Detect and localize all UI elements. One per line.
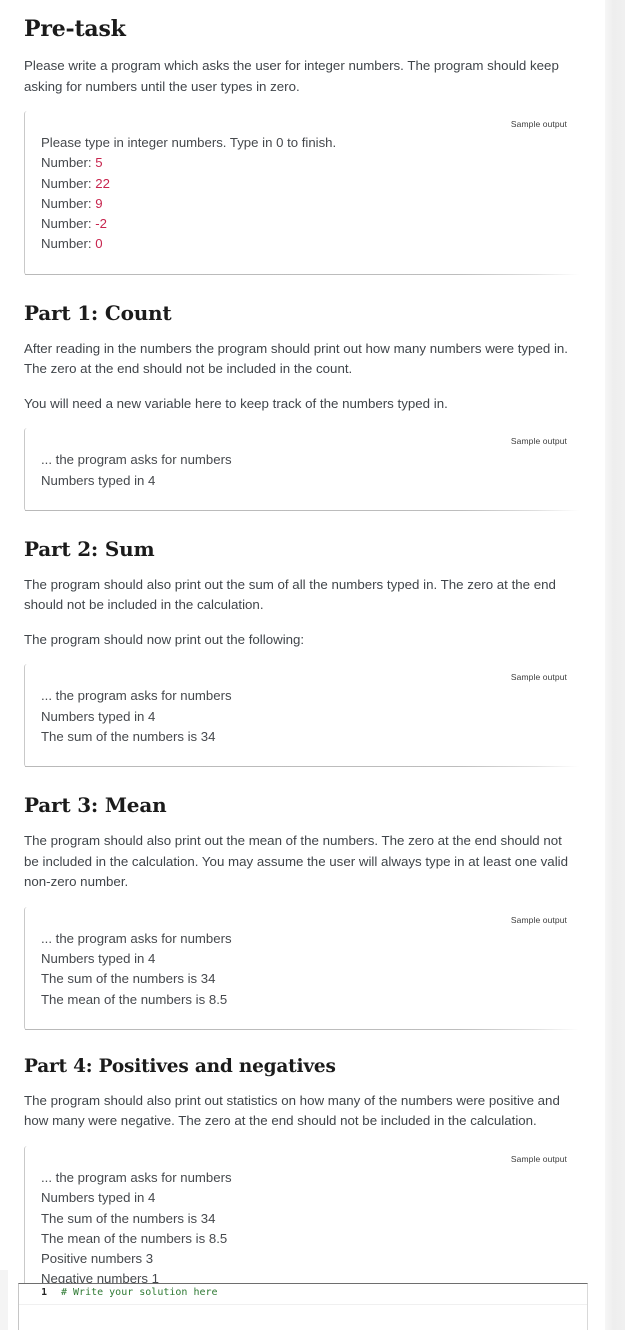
sample-output-lines: ... the program asks for numbers Numbers… [41, 686, 571, 747]
section-paragraph: Please write a program which asks the us… [24, 58, 559, 94]
sample-line-text: Number: [41, 216, 96, 232]
sample-output-label: Sample output [510, 436, 567, 447]
sample-output-lines: ... the program asks for numbers Numbers… [41, 929, 571, 1010]
sample-output-line: Please type in integer numbers. Type in … [41, 133, 571, 153]
sample-line-text: Number: [41, 195, 96, 211]
sample-output-box: Sample output ... the program asks for n… [24, 906, 579, 1031]
sample-line-user-input: 5 [95, 155, 103, 171]
section-heading-part-4: Part 4: Positives and negatives [24, 1055, 336, 1077]
sample-line-text: ... the program asks for numbers [41, 930, 232, 946]
sample-output-line: Number: 22 [41, 174, 571, 194]
sample-line-text: Numbers typed in 4 [41, 472, 156, 488]
sample-output-line: Numbers typed in 4 [41, 1188, 571, 1208]
sample-output-line: The sum of the numbers is 34 [41, 727, 571, 747]
section-paragraph: The program should now print out the fol… [24, 631, 305, 647]
code-editor[interactable]: 1 # Write your solution here [18, 1283, 588, 1330]
page-title: Pre-task [24, 16, 126, 42]
sample-output-line: Number: 5 [41, 153, 571, 173]
sample-output-label: Sample output [510, 672, 567, 683]
exercise-page: Pre-task Please write a program which as… [0, 0, 625, 1330]
sample-output-line: ... the program asks for numbers [41, 1168, 571, 1188]
sample-line-user-input: 0 [95, 236, 103, 252]
sample-output-line: ... the program asks for numbers [41, 686, 571, 706]
sample-line-user-input: 9 [95, 195, 103, 211]
section-paragraph: The program should also print out the su… [24, 576, 556, 613]
sample-line-text: ... the program asks for numbers [41, 1169, 232, 1185]
sample-output-lines: Please type in integer numbers. Type in … [41, 133, 571, 255]
sample-output-line: Numbers typed in 4 [41, 949, 571, 969]
sample-output-line: Positive numbers 3 [41, 1249, 571, 1269]
code-line-number: 1 [41, 1287, 47, 1298]
code-editor-empty-area[interactable] [19, 1305, 587, 1330]
sample-output-line: The mean of the numbers is 8.5 [41, 1229, 571, 1249]
sample-output-box: Sample output ... the program asks for n… [24, 664, 579, 768]
sample-line-text: Number: [41, 175, 96, 191]
sample-line-text: The mean of the numbers is 8.5 [41, 1230, 228, 1246]
sample-line-text: The sum of the numbers is 34 [41, 728, 216, 744]
section-heading-part-3: Part 3: Mean [24, 793, 167, 818]
section-paragraph: After reading in the numbers the program… [24, 340, 568, 377]
sample-line-text: ... the program asks for numbers [41, 688, 232, 704]
section-paragraph: You will need a new variable here to kee… [24, 395, 448, 411]
sample-output-box: Sample output Please type in integer num… [24, 111, 579, 275]
sample-output-line: Numbers typed in 4 [41, 471, 571, 491]
section-part-1: Part 1: Count After reading in the numbe… [24, 277, 579, 511]
sample-output-line: Number: -2 [41, 214, 571, 234]
sample-line-text: Numbers typed in 4 [41, 1190, 156, 1206]
sample-line-user-input: -2 [95, 216, 107, 232]
sample-line-text: ... the program asks for numbers [41, 452, 232, 468]
section-paragraph: The program should also print out statis… [24, 1092, 560, 1129]
sample-line-text: Numbers typed in 4 [41, 951, 156, 967]
sample-line-text: Please type in integer numbers. Type in … [41, 135, 337, 150]
section-heading-part-2: Part 2: Sum [24, 536, 155, 561]
sample-output-label: Sample output [510, 914, 567, 925]
sample-output-line: The mean of the numbers is 8.5 [41, 990, 571, 1010]
sample-output-line: The sum of the numbers is 34 [41, 1209, 571, 1229]
sample-output-box: Sample output ... the program asks for n… [24, 428, 579, 511]
exercise-content: Pre-task Please write a program which as… [0, 0, 605, 1310]
sample-line-text: The mean of the numbers is 8.5 [41, 991, 228, 1007]
sample-line-text: Number: [41, 155, 96, 171]
section-part-2: Part 2: Sum The program should also prin… [24, 513, 579, 768]
code-editor-line[interactable]: 1 # Write your solution here [19, 1284, 587, 1305]
sample-output-line: Number: 9 [41, 194, 571, 214]
section-paragraph: The program should also print out the me… [24, 833, 569, 890]
sample-line-text: Number: [41, 236, 96, 252]
sample-line-user-input: 22 [95, 175, 110, 191]
sample-line-text: Numbers typed in 4 [41, 708, 156, 724]
section-heading-part-1: Part 1: Count [24, 300, 172, 325]
section-part-4: Part 4: Positives and negatives The prog… [24, 1032, 579, 1310]
section-part-3: Part 3: Mean The program should also pri… [24, 769, 579, 1031]
section-pre-task: Pre-task Please write a program which as… [24, 0, 579, 275]
sample-output-label: Sample output [510, 119, 567, 129]
editor-left-margin [0, 1270, 8, 1330]
sample-output-line: ... the program asks for numbers [41, 450, 571, 470]
sample-line-text: The sum of the numbers is 34 [41, 971, 216, 987]
sample-output-label: Sample output [510, 1153, 567, 1164]
page-right-gutter [605, 0, 625, 1330]
sample-line-text: Positive numbers 3 [41, 1251, 154, 1267]
sample-output-lines: ... the program asks for numbers Numbers… [41, 1168, 571, 1290]
sample-output-line: Number: 0 [41, 234, 571, 254]
code-editor-input[interactable]: # Write your solution here [53, 1284, 218, 1298]
sample-output-line: The sum of the numbers is 34 [41, 969, 571, 989]
sample-output-line: Numbers typed in 4 [41, 707, 571, 727]
sample-output-line: ... the program asks for numbers [41, 929, 571, 949]
sample-output-lines: ... the program asks for numbers Numbers… [41, 450, 571, 491]
sample-line-text: The sum of the numbers is 34 [41, 1210, 216, 1226]
